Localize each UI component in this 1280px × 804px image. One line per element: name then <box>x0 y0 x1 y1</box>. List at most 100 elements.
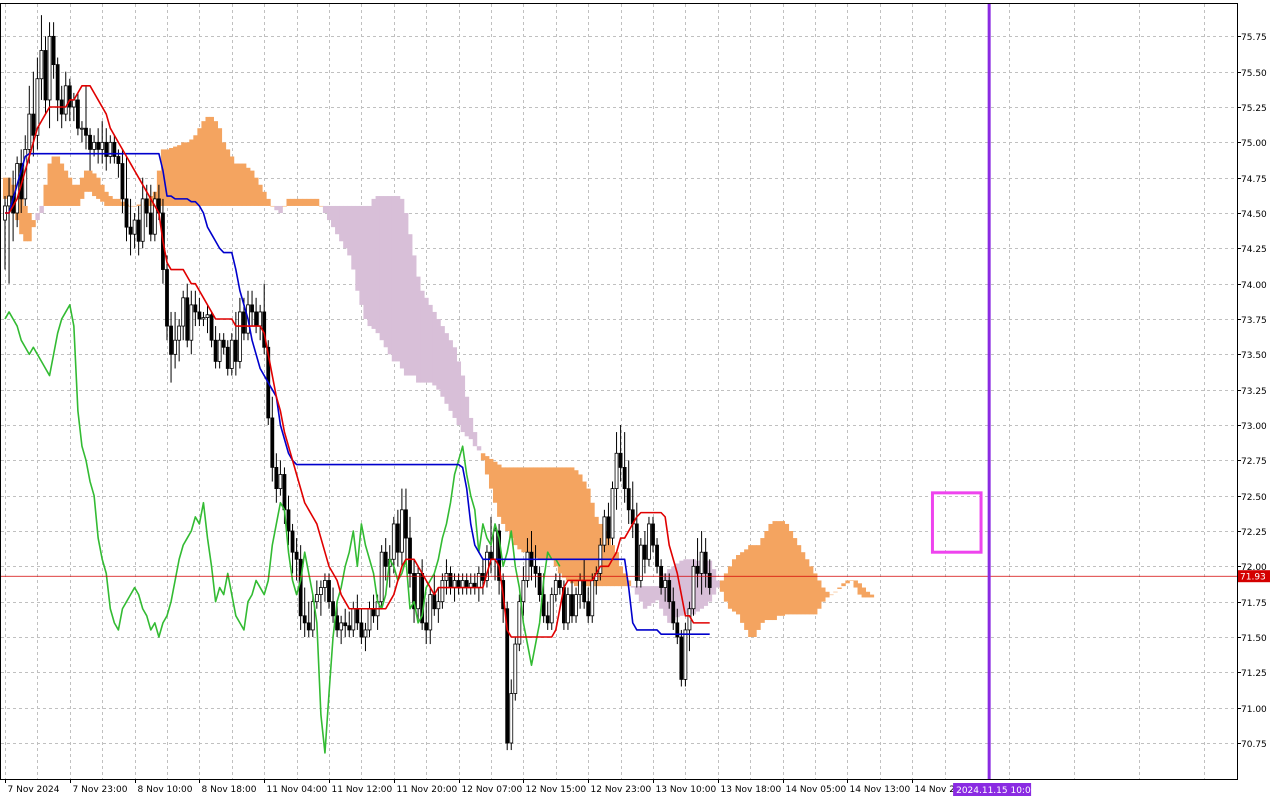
kumo-segment <box>517 467 522 550</box>
candle-body <box>165 269 169 327</box>
y-tick-label: 73.50 <box>1241 351 1267 361</box>
kumo-segment <box>43 184 48 206</box>
kumo-segment <box>545 467 551 560</box>
candle-body <box>39 50 44 80</box>
candle <box>39 15 44 100</box>
candle-body <box>294 551 299 560</box>
candle-body <box>683 629 688 680</box>
kumo-segment <box>428 304 433 383</box>
candle-body <box>217 339 222 362</box>
kumo-segment <box>456 361 462 426</box>
candle-body <box>663 580 668 588</box>
x-tick-label: 12 Nov 07:00 <box>462 785 523 795</box>
candle <box>197 297 202 327</box>
plot-frame <box>0 3 1238 780</box>
candle <box>630 481 635 539</box>
candle <box>436 587 441 623</box>
kumo-segment <box>646 586 652 606</box>
candle-body <box>533 565 538 574</box>
candle <box>128 198 133 256</box>
kumo-segment <box>416 276 421 383</box>
candle-body <box>80 127 84 130</box>
kumo-segment <box>294 198 300 206</box>
y-tick-label: 74.50 <box>1241 210 1267 220</box>
candle-body <box>193 304 198 313</box>
kumo-segment <box>744 549 749 630</box>
candle <box>306 601 311 638</box>
candle-body <box>67 85 72 108</box>
candle <box>395 509 400 567</box>
kumo-segment <box>112 198 117 206</box>
kumo-segment <box>51 156 57 206</box>
candle <box>420 559 425 630</box>
kumo-segment <box>853 580 858 588</box>
kumo-segment <box>363 205 368 320</box>
kumo-segment <box>788 531 794 615</box>
candle <box>80 121 84 143</box>
x-axis: 7 Nov 2024 7 Nov 23:00 8 Nov 10:00 8 Nov 18… <box>5 779 955 795</box>
kumo-segment <box>424 297 429 383</box>
candle-body <box>416 573 421 610</box>
kumo-segment <box>237 163 243 206</box>
kumo-segment <box>108 196 113 206</box>
x-tick-label: 12 Nov 23:00 <box>591 785 652 795</box>
kumo-segment <box>869 594 875 598</box>
candle <box>124 156 129 242</box>
candle-body <box>88 134 92 150</box>
kumo-segment <box>331 205 336 228</box>
kumo-segment <box>383 196 389 348</box>
y-tick-label: 73.25 <box>1241 387 1267 397</box>
kumo-segment <box>35 213 40 221</box>
kumo-segment <box>250 170 255 206</box>
candle <box>638 538 643 588</box>
candle-body <box>638 544 643 581</box>
x-tick-label: 8 Nov 18:00 <box>202 785 257 795</box>
candle <box>379 545 384 609</box>
kumo-segment <box>655 586 660 601</box>
candle <box>250 290 254 327</box>
kumo-segment <box>209 116 214 206</box>
candle <box>679 629 684 687</box>
candle <box>189 290 194 355</box>
kumo-segment <box>185 142 190 206</box>
candle-body <box>140 198 145 242</box>
kumo-segment <box>339 205 344 242</box>
candle <box>258 304 263 341</box>
highlight-box <box>930 491 983 554</box>
kumo-segment <box>254 177 259 206</box>
kumo-segment <box>314 198 320 206</box>
kumo-segment <box>286 198 291 206</box>
kumo-segment <box>266 198 271 206</box>
kumo-segment <box>561 467 567 578</box>
candle <box>173 311 178 369</box>
kumo-segment <box>83 170 89 192</box>
kumo-segment <box>412 255 417 376</box>
kumo-segment <box>326 205 332 221</box>
candle <box>643 531 647 574</box>
candle-body <box>205 314 210 318</box>
candle-body <box>343 622 348 627</box>
ichimoku-chart: 70.75 71.00 71.25 71.50 71.75 72.00 72.25 72.50… <box>0 0 1280 800</box>
candle-body <box>557 580 562 588</box>
candle <box>647 516 651 567</box>
kumo-segment <box>436 319 441 390</box>
y-tick-label: 70.75 <box>1241 740 1267 750</box>
kumo-segment <box>610 545 615 587</box>
kumo-segment <box>569 467 575 584</box>
candle-body <box>371 608 376 617</box>
kumo-segment <box>63 170 69 206</box>
kumo-segment <box>116 198 121 206</box>
y-axis: 70.7571.0071.2571.5071.7572.0072.2572.50… <box>1237 33 1267 750</box>
kumo-segment <box>39 205 44 214</box>
candle-body <box>173 339 178 355</box>
candle <box>47 22 52 129</box>
kumo-segment <box>796 545 802 615</box>
candle-body <box>335 615 340 631</box>
candle <box>359 608 364 645</box>
candle <box>331 587 335 623</box>
candle-body <box>651 523 655 546</box>
candle-body <box>84 127 88 136</box>
kumo-segment <box>740 552 745 623</box>
candle-body <box>444 573 449 581</box>
candle-body <box>582 580 587 603</box>
